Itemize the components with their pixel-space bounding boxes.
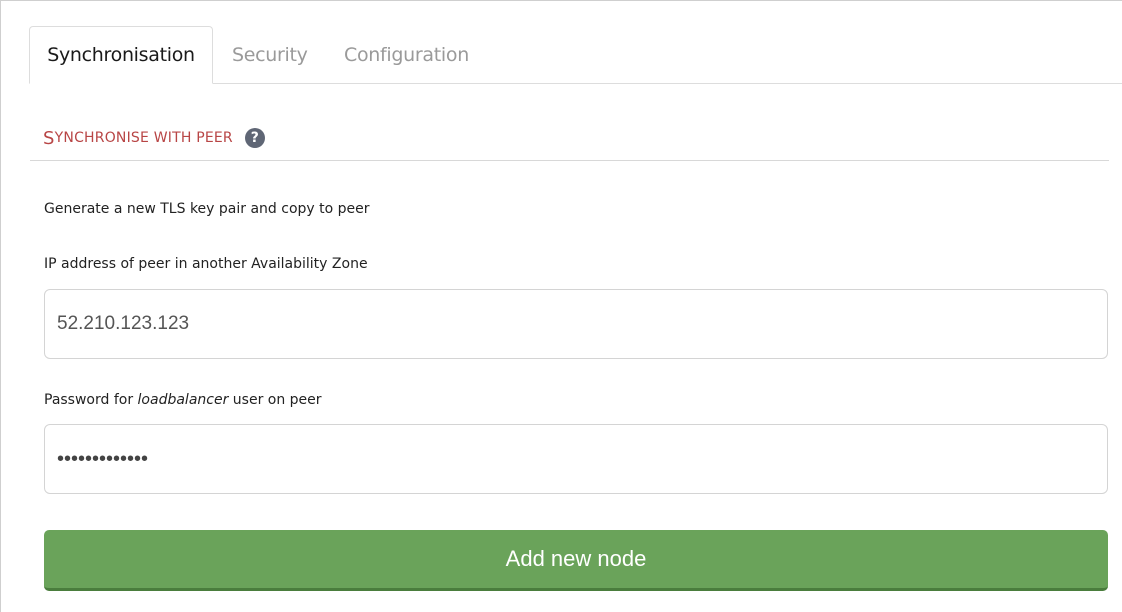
section-title-initial: S	[43, 127, 55, 149]
ip-address-label: IP address of peer in another Availabili…	[44, 256, 368, 272]
question-circle-icon[interactable]: ?	[244, 128, 265, 148]
section-title: S YNCHRONISE WITH PEER ?	[43, 122, 265, 154]
ip-address-input[interactable]	[44, 289, 1108, 359]
tab-label: Synchronisation	[47, 44, 195, 66]
password-input[interactable]: •••••••••••••	[44, 424, 1108, 494]
password-label: Password for loadbalancer user on peer	[44, 392, 322, 408]
tab-label: Security	[232, 44, 308, 66]
password-label-suffix: user on peer	[228, 392, 322, 408]
password-label-prefix: Password for	[44, 392, 138, 408]
tab-configuration[interactable]: Configuration	[344, 26, 469, 84]
section-description: Generate a new TLS key pair and copy to …	[44, 201, 370, 217]
password-label-user: loadbalancer	[137, 392, 229, 408]
password-masked-value: •••••••••••••	[57, 447, 149, 470]
add-new-node-button[interactable]: Add new node	[44, 530, 1108, 591]
add-new-node-label: Add new node	[505, 546, 647, 571]
tab-security[interactable]: Security	[232, 26, 308, 84]
section-title-rest: YNCHRONISE WITH PEER	[54, 130, 233, 146]
tab-label: Configuration	[344, 44, 469, 66]
tab-synchronisation[interactable]: Synchronisation	[29, 26, 213, 84]
section-divider	[30, 160, 1109, 161]
